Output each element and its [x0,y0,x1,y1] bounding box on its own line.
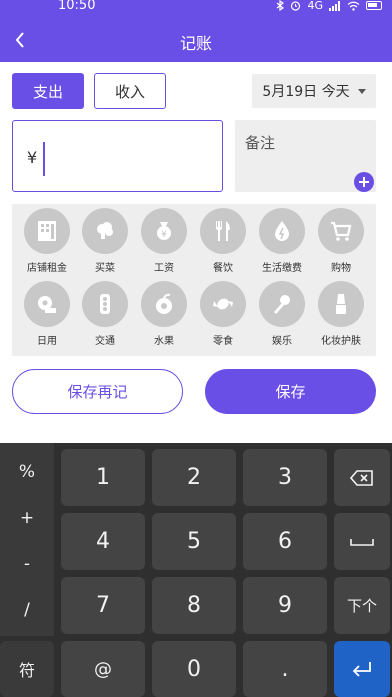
status-icons: 4G [276,0,382,12]
category-shopping[interactable]: 购物 [311,208,371,274]
vegetable-icon [82,208,128,254]
category-label: 工资 [154,263,174,274]
status-time: 10:50 [58,0,96,13]
amount-input[interactable]: ¥ [12,120,223,192]
key-1[interactable]: 1 [61,449,145,506]
page-title: 记账 [179,34,212,53]
key-5[interactable]: 5 [152,513,236,570]
date-label: 5月19日 今天 [262,84,350,100]
category-dining[interactable]: 餐饮 [193,208,253,274]
category-label: 化妆护肤 [321,336,361,347]
tab-expense[interactable]: 支出 [12,73,84,109]
svg-text:¥: ¥ [161,230,167,240]
cosmetics-icon [318,281,364,327]
plus-icon [359,177,369,187]
money-bag-icon: ¥ [141,208,187,254]
category-label: 购物 [331,263,351,274]
currency-symbol: ¥ [27,148,38,167]
key-8[interactable]: 8 [152,577,236,634]
space-icon [350,538,374,546]
fruit-icon [141,281,187,327]
category-groceries[interactable]: 买菜 [75,208,135,274]
bluetooth-icon [277,0,285,11]
category-label: 日用 [37,336,57,347]
note-label: 备注 [245,134,276,152]
candy-icon [200,281,246,327]
tissue-icon [24,281,70,327]
key-2[interactable]: 2 [152,449,236,506]
key-7[interactable]: 7 [61,577,145,634]
numeric-keyboard: % + - / 1 2 3 4 5 6 7 8 9 下个 符 @ 0 . [0,443,392,697]
water-drop-icon [259,208,305,254]
key-0[interactable]: 0 [152,641,236,697]
text-cursor [43,142,45,176]
status-bar: 10:50 4G [0,0,392,14]
key-percent[interactable]: % [0,451,54,493]
category-label: 买菜 [95,263,115,274]
category-label: 店铺租金 [27,263,67,274]
category-label: 交通 [95,336,115,347]
signal-icon [329,0,340,11]
category-utilities[interactable]: 生活缴费 [252,208,312,274]
backspace-icon [350,469,373,486]
category-label: 水果 [154,336,174,347]
save-and-continue-button[interactable]: 保存再记 [12,369,183,414]
category-label: 餐饮 [213,263,233,274]
key-divide[interactable]: / [0,589,54,631]
date-picker[interactable]: 5月19日 今天 [252,74,376,108]
traffic-light-icon [82,281,128,327]
category-label: 零食 [213,336,233,347]
utensils-icon [200,208,246,254]
microphone-icon [259,281,305,327]
key-4[interactable]: 4 [61,513,145,570]
category-fruit[interactable]: 水果 [134,281,194,347]
battery-icon [366,1,382,10]
add-note-button[interactable] [354,172,374,192]
category-daily-use[interactable]: 日用 [17,281,77,347]
cart-icon [318,208,364,254]
space-key[interactable] [334,513,390,570]
at-key[interactable]: @ [61,641,145,697]
category-label: 生活缴费 [262,263,302,274]
key-3[interactable]: 3 [243,449,327,506]
save-button[interactable]: 保存 [205,369,376,414]
category-transport[interactable]: 交通 [75,281,135,347]
key-plus[interactable]: + [0,497,54,539]
tab-income[interactable]: 收入 [94,73,166,109]
category-entertainment[interactable]: 娱乐 [252,281,312,347]
building-icon [24,208,70,254]
network-label: 4G [307,0,323,12]
category-snacks[interactable]: 零食 [193,281,253,347]
enter-key[interactable] [334,641,390,697]
wifi-icon [347,1,360,11]
caret-down-icon [357,88,366,94]
backspace-key[interactable] [334,449,390,506]
key-minus[interactable]: - [0,543,54,585]
category-label: 娱乐 [272,336,292,347]
category-grid: 店铺租金 买菜 ¥ 工资 餐饮 生活缴费 购物 日用 交通 水果 零食 娱乐 化… [12,204,376,356]
note-field[interactable]: 备注 [235,120,376,192]
dot-key[interactable]: . [243,641,327,697]
key-6[interactable]: 6 [243,513,327,570]
category-salary[interactable]: ¥ 工资 [134,208,194,274]
next-key[interactable]: 下个 [334,577,390,634]
category-shop-rent[interactable]: 店铺租金 [17,208,77,274]
key-9[interactable]: 9 [243,577,327,634]
enter-icon [352,662,371,677]
app-header: 10:50 4G 记账 [0,0,392,62]
category-cosmetics[interactable]: 化妆护肤 [311,281,371,347]
symbol-key[interactable]: 符 [0,641,54,697]
alarm-icon [291,1,301,11]
